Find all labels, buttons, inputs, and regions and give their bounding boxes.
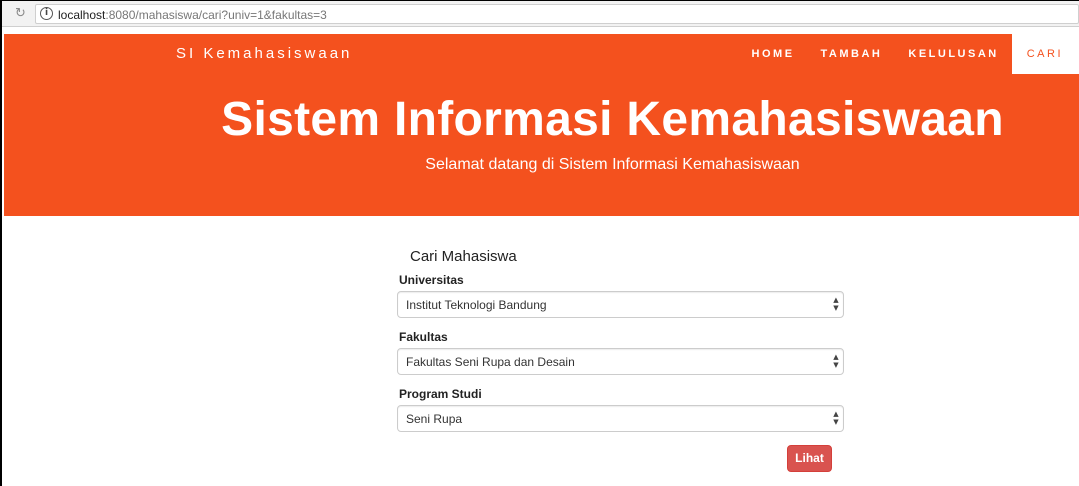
brand-link[interactable]: SI Kemahasiswaan bbox=[176, 45, 352, 62]
prodi-value: Seni Rupa bbox=[406, 412, 463, 426]
url-path: :8080/mahasiswa/cari?univ=1&fakultas=3 bbox=[105, 8, 327, 22]
select-arrows-icon: ▲ ▼ bbox=[833, 296, 839, 312]
universitas-select[interactable]: Institut Teknologi Bandung ▲ ▼ bbox=[397, 291, 844, 318]
select-arrows-icon: ▲ ▼ bbox=[833, 410, 839, 426]
header-banner: SI Kemahasiswaan HOME TAMBAH KELULUSAN C… bbox=[4, 34, 1079, 216]
form-title: Cari Mahasiswa bbox=[410, 248, 517, 265]
prodi-label: Program Studi bbox=[399, 387, 482, 401]
url-field[interactable]: i localhost:8080/mahasiswa/cari?univ=1&f… bbox=[35, 4, 1079, 24]
url-text: localhost:8080/mahasiswa/cari?univ=1&fak… bbox=[58, 8, 327, 22]
lihat-button[interactable]: Lihat bbox=[787, 445, 832, 472]
browser-window: ↻ i localhost:8080/mahasiswa/cari?univ=1… bbox=[0, 0, 1079, 486]
nav-menu: HOME TAMBAH KELULUSAN CARI bbox=[739, 34, 1079, 74]
nav-item-home[interactable]: HOME bbox=[739, 34, 808, 74]
universitas-value: Institut Teknologi Bandung bbox=[406, 298, 547, 312]
page-subtitle: Selamat datang di Sistem Informasi Kemah… bbox=[425, 156, 800, 173]
prodi-select[interactable]: Seni Rupa ▲ ▼ bbox=[397, 405, 844, 432]
fakultas-select[interactable]: Fakultas Seni Rupa dan Desain ▲ ▼ bbox=[397, 348, 844, 375]
reload-icon[interactable]: ↻ bbox=[15, 6, 26, 21]
info-icon[interactable]: i bbox=[40, 7, 53, 20]
search-form: Cari Mahasiswa Universitas Institut Tekn… bbox=[397, 247, 844, 442]
fakultas-label: Fakultas bbox=[399, 330, 448, 344]
nav-item-cari[interactable]: CARI bbox=[1011, 34, 1079, 74]
page-title: Sistem Informasi Kemahasiswaan bbox=[221, 93, 1004, 146]
url-host: localhost bbox=[58, 8, 106, 22]
nav-item-tambah[interactable]: TAMBAH bbox=[808, 34, 896, 74]
select-arrows-icon: ▲ ▼ bbox=[833, 353, 839, 369]
universitas-label: Universitas bbox=[399, 273, 464, 287]
nav-item-kelulusan[interactable]: KELULUSAN bbox=[895, 34, 1011, 74]
address-bar: ↻ i localhost:8080/mahasiswa/cari?univ=1… bbox=[2, 1, 1079, 27]
fakultas-value: Fakultas Seni Rupa dan Desain bbox=[406, 355, 575, 369]
